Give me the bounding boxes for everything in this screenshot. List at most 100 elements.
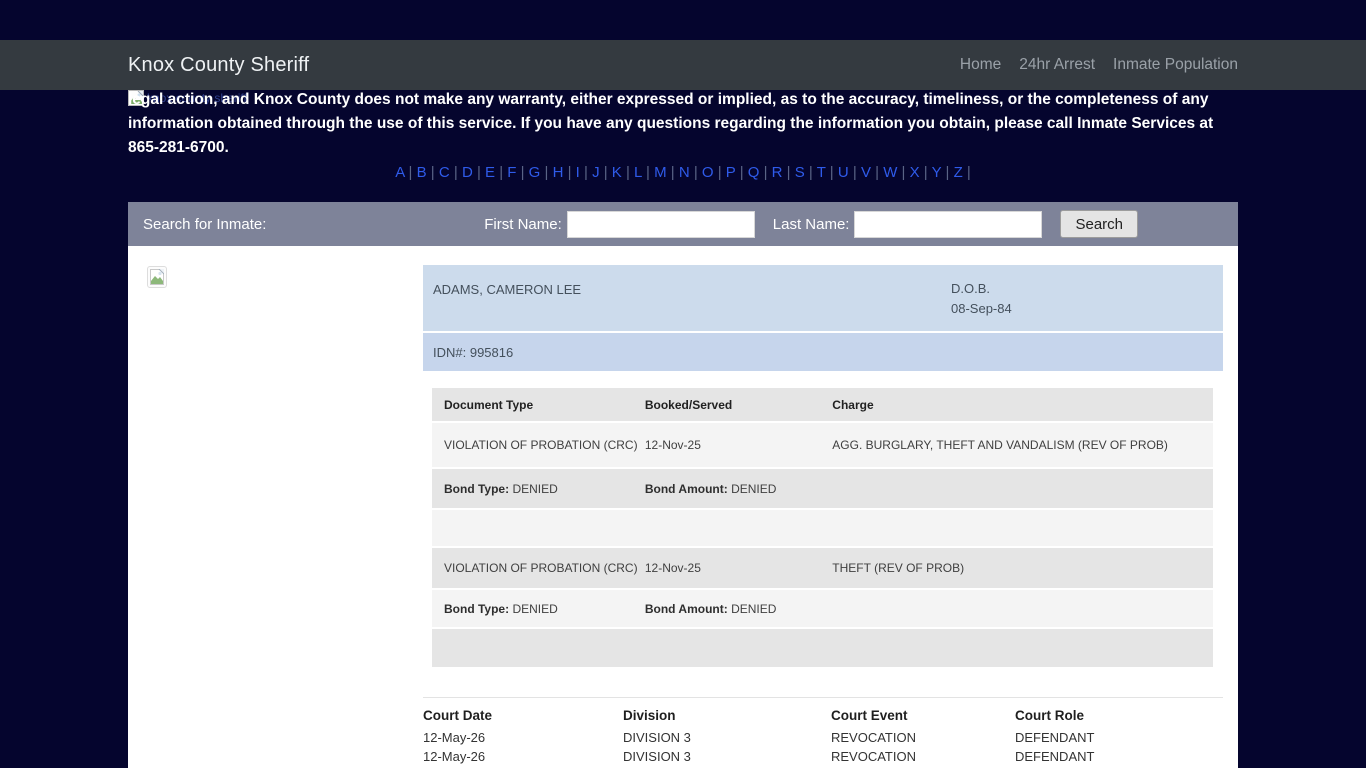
division-value: DIVISION 3	[623, 747, 831, 766]
idn-bar: IDN#: 995816	[423, 333, 1223, 371]
alphabet-separator: |	[622, 164, 634, 181]
bond-amount-value: DENIED	[731, 602, 776, 616]
alphabet-link-U[interactable]: U	[838, 164, 849, 181]
inmate-search-bar: Search for Inmate: First Name: Last Name…	[128, 202, 1238, 246]
alphabet-separator: |	[540, 164, 552, 181]
alphabet-separator: |	[404, 164, 416, 181]
alphabet-link-L[interactable]: L	[634, 164, 642, 181]
court-event-value: REVOCATION	[831, 728, 1015, 747]
nav-link-24hr-arrest[interactable]: 24hr Arrest	[1019, 56, 1095, 74]
first-name-label: First Name:	[484, 216, 562, 233]
alphabet-link-G[interactable]: G	[529, 164, 541, 181]
alphabet-link-H[interactable]: H	[553, 164, 564, 181]
alphabet-separator: |	[871, 164, 883, 181]
search-button[interactable]: Search	[1060, 210, 1138, 238]
alphabet-separator: |	[516, 164, 528, 181]
spacer-row	[432, 510, 1213, 546]
col-document-type: Document Type	[432, 398, 643, 412]
alphabet-separator: |	[783, 164, 795, 181]
alphabet-link-A[interactable]: A	[395, 164, 404, 181]
alphabet-link-X[interactable]: X	[910, 164, 920, 181]
alphabet-link-Y[interactable]: Y	[932, 164, 942, 181]
col-booked-served: Booked/Served	[643, 398, 830, 412]
alphabet-link-N[interactable]: N	[679, 164, 690, 181]
alphabet-link-M[interactable]: M	[654, 164, 667, 181]
alphabet-link-O[interactable]: O	[702, 164, 714, 181]
last-name-label: Last Name:	[773, 216, 850, 233]
court-role-value: DEFENDANT	[1015, 728, 1223, 747]
bond-row: Bond Type: DENIED Bond Amount: DENIED	[432, 590, 1213, 627]
top-navbar: Knox County Sheriff Home 24hr Arrest Inm…	[0, 40, 1366, 90]
nav-link-inmate-population[interactable]: Inmate Population	[1113, 56, 1238, 74]
charge-row: VIOLATION OF PROBATION (CRC) 12-Nov-25 T…	[432, 548, 1213, 588]
alphabet-link-K[interactable]: K	[612, 164, 622, 181]
broken-mugshot-icon	[147, 266, 167, 288]
alphabet-separator: |	[963, 164, 971, 181]
alphabet-separator: |	[642, 164, 654, 181]
alphabet-link-J[interactable]: J	[592, 164, 600, 181]
alphabet-link-W[interactable]: W	[883, 164, 897, 181]
site-title[interactable]: Knox County Sheriff	[128, 54, 309, 77]
page-body: knox county sheriff DISCLAIMER: The Knox…	[128, 40, 1238, 768]
court-row: 12-May-26 DIVISION 3 REVOCATION DEFENDAN…	[423, 728, 1223, 747]
dob-value: 08-Sep-84	[951, 301, 1012, 316]
empty-row	[432, 629, 1213, 667]
bond-type-cell: Bond Type: DENIED	[432, 482, 643, 496]
alphabet-separator: |	[714, 164, 726, 181]
court-role-value: DEFENDANT	[1015, 747, 1223, 766]
bond-type-label: Bond Type:	[444, 482, 509, 496]
alphabet-links: A | B | C | D | E | F | G | H | I | J | …	[128, 163, 1238, 183]
charge-row: VIOLATION OF PROBATION (CRC) 12-Nov-25 A…	[432, 423, 1213, 467]
charge-value: THEFT (REV OF PROB)	[830, 561, 1213, 575]
alphabet-separator: |	[897, 164, 909, 181]
charges-header-row: Document Type Booked/Served Charge	[432, 388, 1213, 421]
alphabet-separator: |	[849, 164, 861, 181]
alphabet-separator: |	[473, 164, 485, 181]
alphabet-link-R[interactable]: R	[772, 164, 783, 181]
alphabet-separator: |	[805, 164, 817, 181]
bond-amount-label: Bond Amount:	[645, 602, 728, 616]
booked-served-value: 12-Nov-25	[643, 561, 830, 575]
alphabet-separator: |	[580, 164, 592, 181]
inmate-record-card: ADAMS, CAMERON LEE D.O.B. 08-Sep-84 IDN#…	[423, 246, 1223, 667]
division-value: DIVISION 3	[623, 728, 831, 747]
bond-type-value: DENIED	[512, 602, 557, 616]
alphabet-separator: |	[759, 164, 771, 181]
court-header-row: Court Date Division Court Event Court Ro…	[423, 706, 1223, 725]
bond-type-cell: Bond Type: DENIED	[432, 602, 643, 616]
alphabet-link-Q[interactable]: Q	[748, 164, 760, 181]
document-type-value: VIOLATION OF PROBATION (CRC)	[432, 438, 643, 452]
col-court-role: Court Role	[1015, 706, 1223, 725]
booked-served-value: 12-Nov-25	[643, 438, 830, 452]
alphabet-link-S[interactable]: S	[795, 164, 805, 181]
alphabet-link-B[interactable]: B	[417, 164, 427, 181]
bond-amount-label: Bond Amount:	[645, 482, 728, 496]
first-name-input[interactable]	[567, 211, 755, 238]
inmate-name: ADAMS, CAMERON LEE	[433, 282, 581, 297]
inmate-card-header: ADAMS, CAMERON LEE D.O.B. 08-Sep-84	[423, 265, 1223, 331]
last-name-input[interactable]	[854, 211, 1042, 238]
alphabet-link-E[interactable]: E	[485, 164, 495, 181]
col-division: Division	[623, 706, 831, 725]
alphabet-separator: |	[826, 164, 838, 181]
alphabet-link-D[interactable]: D	[462, 164, 473, 181]
alphabet-separator: |	[920, 164, 932, 181]
alphabet-separator: |	[600, 164, 612, 181]
alphabet-separator: |	[563, 164, 575, 181]
alphabet-separator: |	[667, 164, 679, 181]
alphabet-separator: |	[427, 164, 439, 181]
nav-link-home[interactable]: Home	[960, 56, 1001, 74]
bond-type-value: DENIED	[512, 482, 557, 496]
bond-type-label: Bond Type:	[444, 602, 509, 616]
court-schedule-table: Court Date Division Court Event Court Ro…	[423, 697, 1223, 768]
dob-label: D.O.B.	[951, 281, 990, 296]
alphabet-link-P[interactable]: P	[726, 164, 736, 181]
alphabet-link-T[interactable]: T	[817, 164, 826, 181]
bond-amount-value: DENIED	[731, 482, 776, 496]
alphabet-link-V[interactable]: V	[861, 164, 871, 181]
alphabet-separator: |	[690, 164, 702, 181]
alphabet-link-C[interactable]: C	[439, 164, 450, 181]
alphabet-separator: |	[941, 164, 953, 181]
alphabet-link-Z[interactable]: Z	[954, 164, 963, 181]
charge-value: AGG. BURGLARY, THEFT AND VANDALISM (REV …	[830, 438, 1213, 452]
